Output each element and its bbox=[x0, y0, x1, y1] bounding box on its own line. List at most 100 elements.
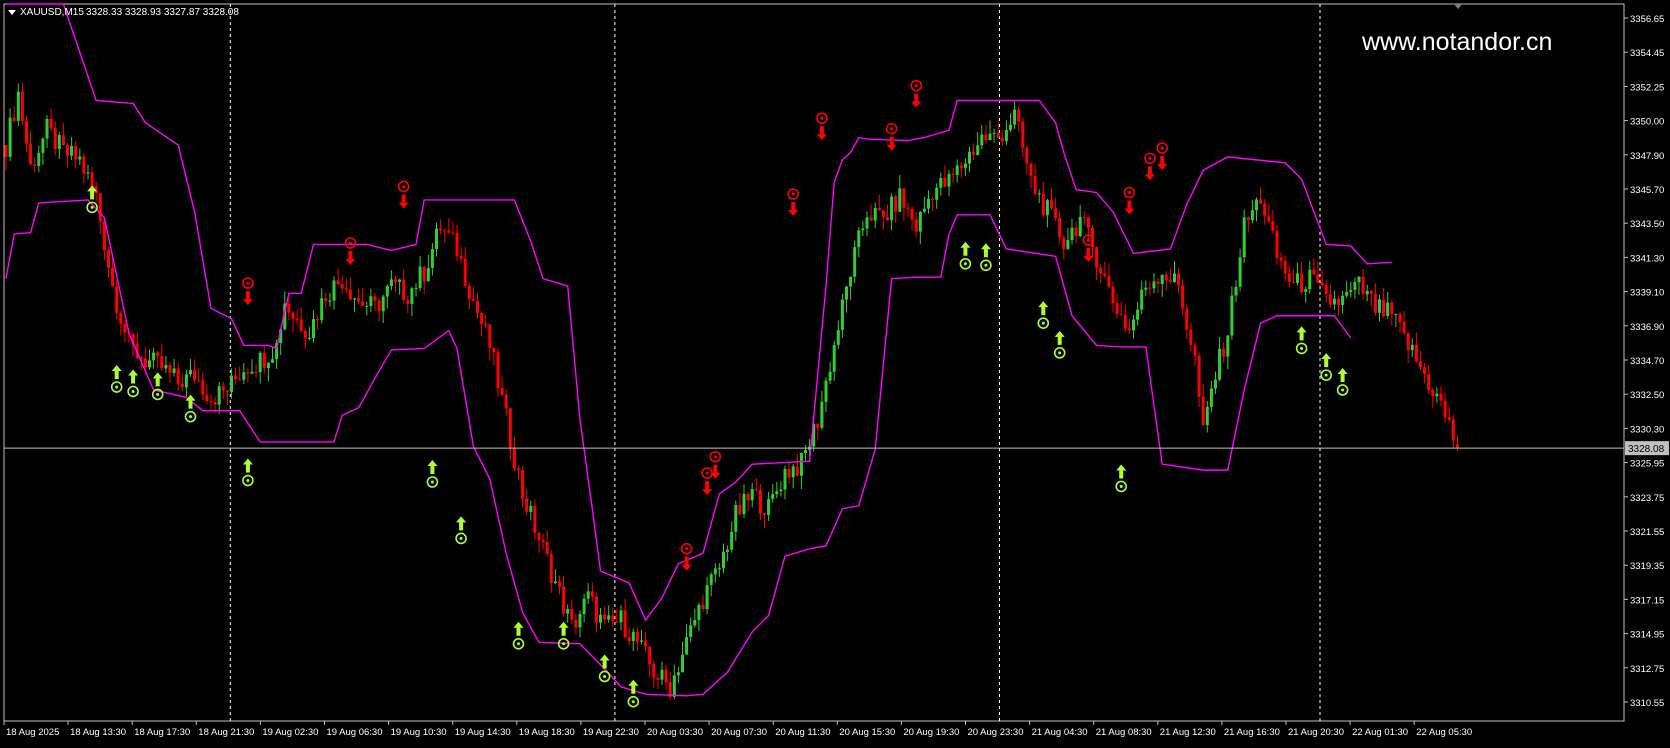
candle-body bbox=[1296, 273, 1299, 283]
x-tick-label: 20 Aug 23:30 bbox=[968, 727, 1024, 738]
candle-body bbox=[1033, 175, 1037, 194]
candle-body bbox=[1029, 163, 1033, 176]
sell-signal-dot bbox=[402, 185, 406, 189]
candle-body bbox=[947, 173, 951, 187]
candle-body bbox=[402, 279, 406, 301]
x-tick-label: 20 Aug 19:30 bbox=[903, 727, 959, 738]
y-tick-label: 3356.65 bbox=[1630, 14, 1664, 25]
candle-body bbox=[8, 117, 12, 157]
candle-body bbox=[1238, 257, 1242, 287]
candle-body bbox=[398, 279, 402, 282]
candle-body bbox=[754, 489, 758, 491]
y-tick-label: 3321.55 bbox=[1630, 527, 1664, 538]
candle-body bbox=[447, 230, 451, 233]
candle-body bbox=[353, 298, 356, 300]
candle-body bbox=[660, 669, 664, 680]
candle-body bbox=[1447, 417, 1451, 420]
candle-body bbox=[566, 609, 570, 614]
candle-body bbox=[209, 400, 213, 403]
candle-body bbox=[480, 313, 484, 324]
candle-body bbox=[791, 466, 795, 478]
candle-body bbox=[1300, 273, 1304, 292]
candle-body bbox=[221, 386, 225, 391]
candle-body bbox=[1021, 121, 1025, 148]
buy-signal-dot bbox=[562, 642, 566, 646]
sell-signal-dot bbox=[1148, 156, 1152, 160]
candle-body bbox=[361, 301, 365, 307]
candle-body bbox=[66, 144, 69, 156]
candle-body bbox=[418, 266, 422, 288]
candle-body bbox=[385, 285, 389, 297]
candle-body bbox=[217, 386, 221, 405]
buy-signal-dot bbox=[246, 479, 250, 483]
candle-body bbox=[328, 300, 332, 302]
candle-body bbox=[963, 163, 967, 168]
x-tick-label: 21 Aug 16:30 bbox=[1224, 727, 1280, 738]
candle-body bbox=[853, 247, 857, 277]
candle-body bbox=[1177, 273, 1181, 286]
price-chart[interactable]: 3356.65 3354.45 3352.25 3350.00 3347.90 3345.… bbox=[0, 0, 1670, 743]
candle-body bbox=[291, 312, 295, 319]
candle-body bbox=[258, 352, 262, 373]
candle-body bbox=[635, 631, 639, 642]
candle-body bbox=[1271, 221, 1275, 231]
candle-body bbox=[443, 230, 447, 232]
candle-body bbox=[927, 198, 930, 209]
buy-signal-dot bbox=[459, 536, 463, 540]
buy-signal-dot bbox=[1058, 351, 1062, 355]
candle-body bbox=[49, 118, 53, 129]
sell-signal-dot bbox=[791, 192, 795, 196]
candle-body bbox=[877, 208, 881, 211]
candle-body bbox=[849, 276, 853, 287]
candle-body bbox=[730, 531, 734, 550]
candle-body bbox=[1185, 308, 1189, 330]
candle-body bbox=[771, 494, 775, 500]
current-price-tag: 3328.08 bbox=[1628, 444, 1665, 455]
y-tick-label: 3323.75 bbox=[1630, 493, 1664, 504]
candle-body bbox=[881, 210, 885, 218]
candle-body bbox=[111, 267, 115, 287]
candle-body bbox=[1058, 218, 1062, 238]
candle-body bbox=[672, 675, 676, 697]
candle-body bbox=[918, 211, 922, 232]
candle-body bbox=[1181, 285, 1185, 309]
candle-body bbox=[213, 402, 217, 405]
candle-body bbox=[640, 640, 643, 642]
candle-body bbox=[1455, 444, 1459, 449]
candle-body bbox=[33, 164, 37, 166]
candle-body bbox=[70, 146, 74, 156]
y-tick-label: 3332.50 bbox=[1630, 390, 1664, 401]
candle-body bbox=[525, 498, 529, 512]
candle-body bbox=[1443, 400, 1447, 418]
candle-body bbox=[517, 468, 520, 470]
candle-body bbox=[631, 631, 635, 642]
candle-body bbox=[615, 621, 619, 623]
candle-body bbox=[1095, 247, 1099, 268]
candle-body bbox=[1259, 199, 1263, 204]
candle-body bbox=[656, 677, 660, 680]
candle-body bbox=[607, 615, 611, 620]
candle-body bbox=[713, 568, 717, 575]
candle-body bbox=[143, 358, 147, 368]
chart-window[interactable]: 3356.65 3354.45 3352.25 3350.00 3347.90 3345.… bbox=[0, 0, 1670, 743]
candle-body bbox=[1013, 109, 1017, 125]
candle-body bbox=[287, 303, 291, 313]
candle-body bbox=[1291, 281, 1295, 283]
candle-body bbox=[463, 258, 467, 286]
candle-body bbox=[1119, 314, 1123, 316]
candle-body bbox=[25, 120, 28, 144]
buy-signal-dot bbox=[517, 642, 520, 646]
candle-body bbox=[172, 368, 176, 373]
candle-body bbox=[976, 145, 980, 156]
candle-body bbox=[599, 614, 602, 623]
candle-body bbox=[295, 318, 299, 320]
candle-body bbox=[1308, 269, 1312, 290]
candle-body bbox=[29, 143, 33, 165]
candle-body bbox=[357, 298, 361, 302]
plot-area[interactable] bbox=[3, 3, 1625, 722]
buy-signal-dot bbox=[430, 480, 434, 484]
x-tick-label: 19 Aug 14:30 bbox=[455, 727, 511, 738]
candle-body bbox=[377, 300, 381, 312]
x-tick-label: 22 Aug 05:30 bbox=[1416, 727, 1472, 738]
candle-body bbox=[1205, 406, 1209, 426]
